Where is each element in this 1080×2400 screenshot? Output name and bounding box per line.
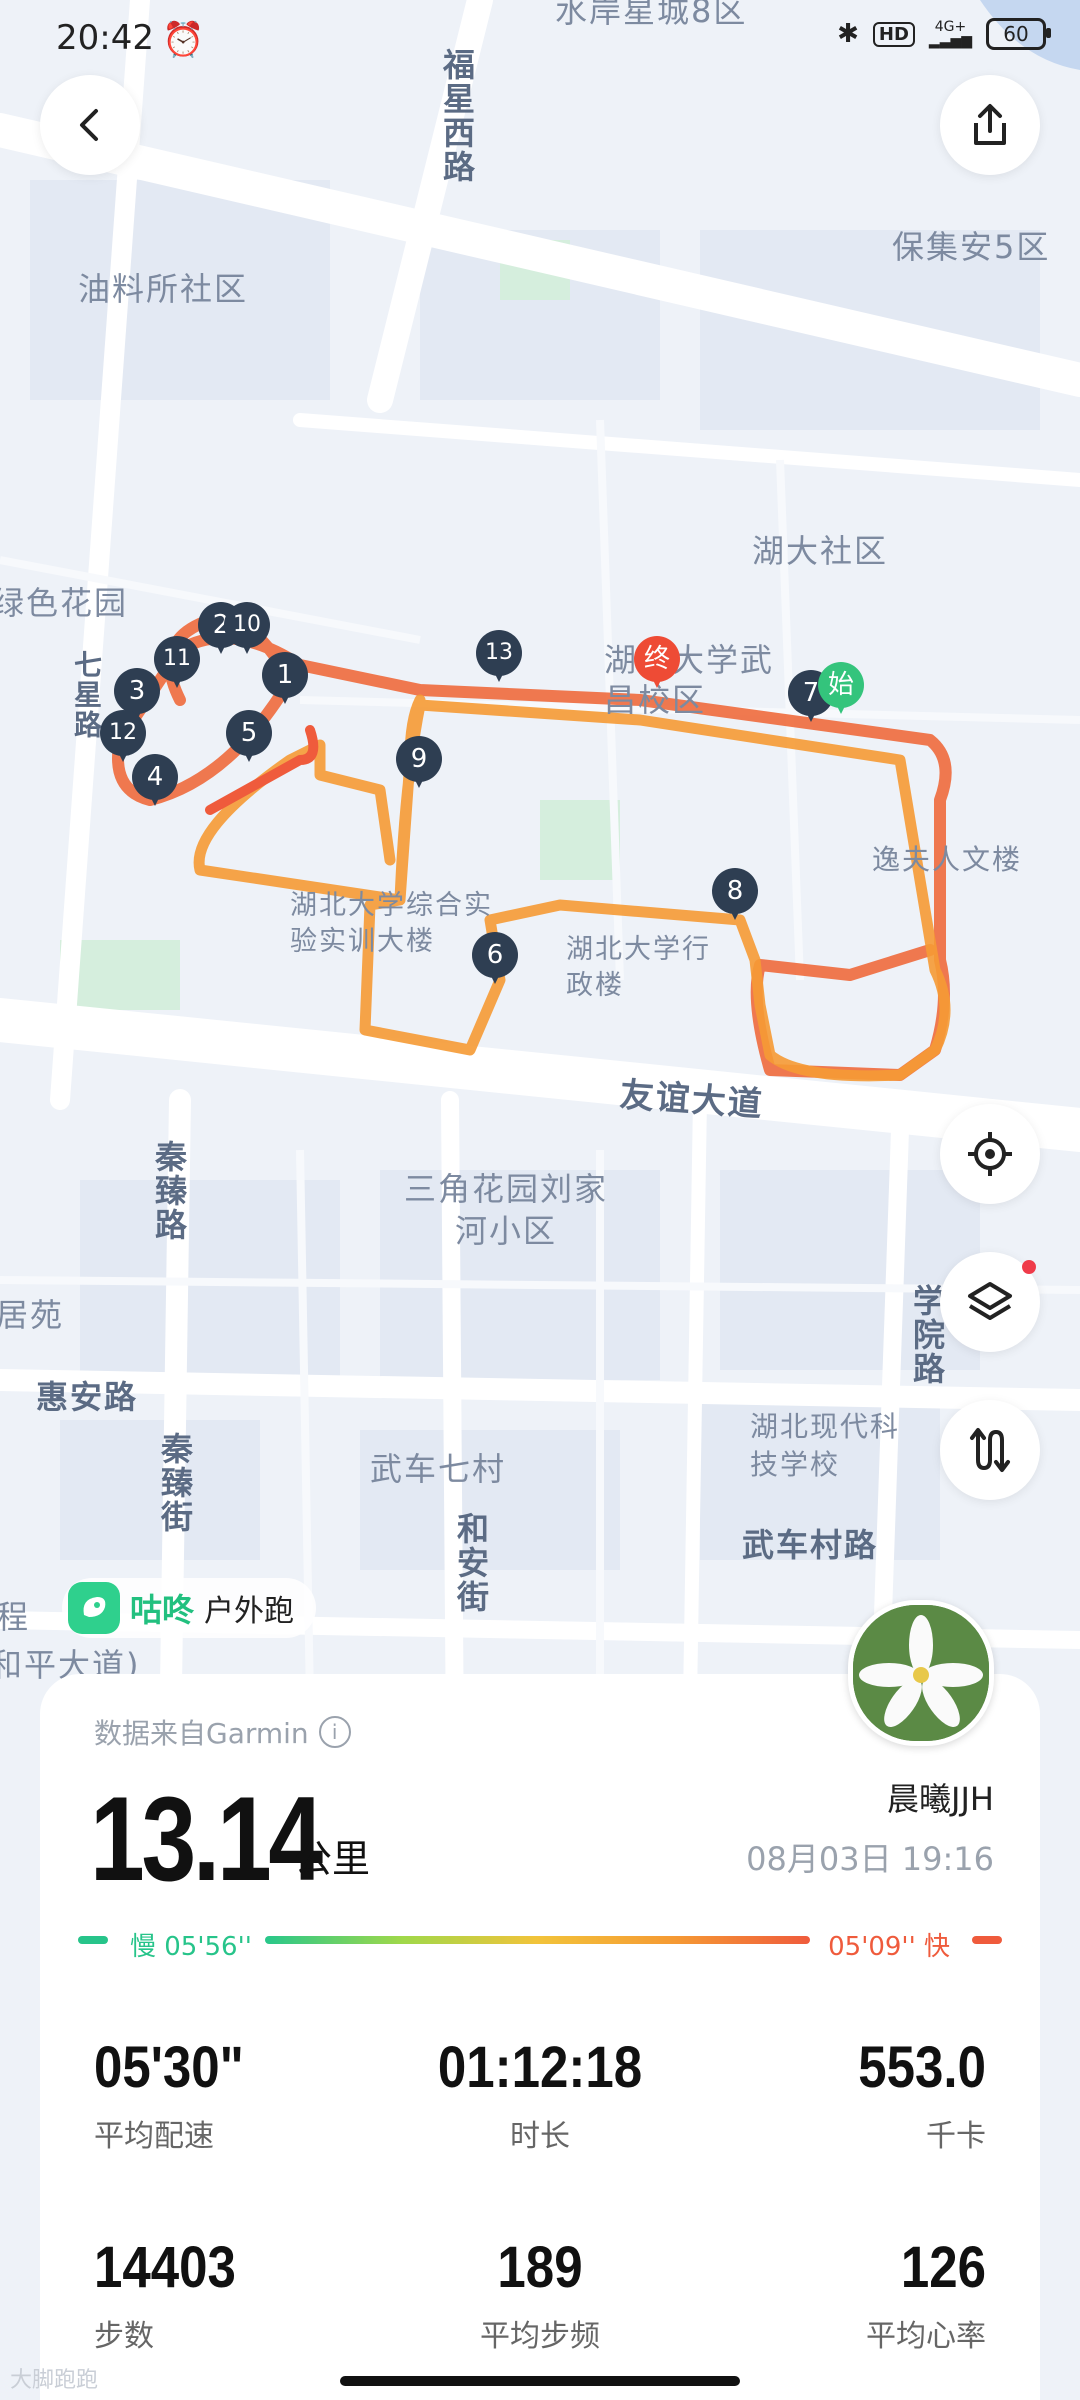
km-marker[interactable]: 13 [476,630,522,686]
map-label: 三角花园刘家河小区 [403,1170,608,1250]
end-marker[interactable]: 终 [634,636,680,692]
map-label: 保集安5区 [892,228,1051,266]
map-label: 武车七村 [370,1450,507,1488]
elevation-button[interactable] [940,1400,1040,1500]
avatar-image [853,1605,989,1741]
map-label: 程 [0,1598,31,1636]
map-label: 逸夫人文楼 [872,843,1023,876]
data-source-text: 数据来自Garmin [94,1717,309,1750]
data-source: 数据来自Garmin i [94,1712,351,1752]
stat-heart-rate: 126 平均心率 [666,2234,986,2355]
stat-label: 步数 [94,2319,154,2354]
map-label: 湖北大学武昌校区 [604,641,775,719]
map-label: 湖大社区 [752,532,889,570]
stat-value: 126 [900,2235,986,2300]
pace-gradient [265,1936,810,1944]
km-marker[interactable]: 10 [224,602,270,658]
km-marker[interactable]: 6 [472,932,518,988]
info-icon[interactable]: i [318,1716,351,1748]
road-label: 惠安路 [36,1378,139,1416]
map-label: 居苑 [0,1296,65,1334]
map-label: 湖北大学行政楼 [566,934,711,1001]
stat-value: 01:12:18 [437,2035,643,2100]
stat-value: 05'30" [94,2035,244,2100]
notification-dot [1022,1260,1036,1274]
route-chart-icon [970,1428,1010,1472]
stat-label: 平均配速 [94,2119,214,2154]
start-marker[interactable]: 始 [818,662,864,718]
status-bar: 20:42 ⏰ ✱ HD 4G+ ▂▃▅▆ 60 [0,0,1080,80]
status-icons: ✱ HD 4G+ ▂▃▅▆ 60 [837,18,1051,50]
back-button[interactable] [40,75,140,175]
stat-duration: 01:12:18 时长 [380,2034,700,2155]
map-label: 水岸星城8区 [555,0,748,30]
distance-value: 13.14 [90,1772,323,1906]
fast-indicator [972,1936,1002,1944]
pace-legend: 慢 05'56'' 05'09'' 快 [78,1920,1002,1962]
locate-icon [968,1132,1012,1176]
signal-icon: 4G+ ▂▃▅▆ [928,19,972,49]
share-icon [974,104,1006,145]
avatar[interactable] [848,1600,994,1746]
pace-slow-label: 慢 05'56'' [130,1932,252,1962]
codoon-logo-icon [68,1582,120,1634]
home-indicator[interactable] [340,2376,740,2386]
status-time: 20:42 [56,18,154,58]
pace-fast-label: 05'09'' 快 [828,1932,950,1962]
stat-value: 189 [497,2235,583,2300]
stat-avg-pace: 05'30" 平均配速 [94,2034,414,2155]
app-brand-chip: 咕咚 户外跑 [62,1578,317,1638]
road-label: 友谊大道 [618,1075,765,1125]
layers-icon [968,1282,1012,1320]
hd-badge: HD [872,21,915,47]
km-marker[interactable]: 1 [262,652,308,708]
stat-calories: 553.0 千卡 [666,2034,986,2155]
stat-cadence: 189 平均步频 [380,2234,700,2355]
battery-level: 60 [1003,22,1029,46]
stat-label: 平均步频 [480,2319,600,2354]
km-marker[interactable]: 8 [712,868,758,924]
activity-datetime: 08月03日 19:16 [746,1840,994,1878]
stat-label: 平均心率 [866,2319,986,2354]
chevron-left-icon [80,109,98,141]
road-label: 秦臻街 [156,1432,194,1534]
alarm-icon: ⏰ [162,20,205,60]
slow-indicator [78,1936,108,1944]
map-layers-button[interactable] [940,1252,1040,1352]
distance-unit: 公里 [294,1837,371,1881]
locate-button[interactable] [940,1104,1040,1204]
map-label: 绿色花园 [0,584,129,622]
stat-value: 553.0 [858,2035,986,2100]
watermark-text: 大脚跑跑 [10,2368,99,2393]
km-marker[interactable]: 9 [396,736,442,792]
summary-card: 数据来自Garmin i 13.14 公里 晨曦JJH 08月03日 19:16… [40,1674,1040,2400]
user-name[interactable]: 晨曦JJH [887,1774,994,1820]
stat-label: 时长 [510,2119,570,2154]
map-label: 油料所社区 [78,270,249,308]
battery-icon: 60 [986,18,1051,50]
activity-type: 户外跑 [204,1594,295,1629]
map-label: 湖北大学综合实验实训大楼 [290,890,493,957]
network-type: 4G+ [934,19,967,35]
stat-label: 千卡 [926,2119,986,2154]
map-label: 福星西路 [438,48,476,184]
road-label: 秦臻路 [150,1140,188,1242]
stat-steps: 14403 步数 [94,2234,414,2355]
km-marker[interactable]: 11 [154,636,200,692]
stat-value: 14403 [94,2235,236,2300]
app-name: 咕咚 [130,1591,195,1629]
road-label: 武车村路 [742,1526,879,1564]
bluetooth-icon: ✱ [837,19,859,49]
km-marker[interactable]: 12 [100,710,146,766]
km-marker[interactable]: 5 [226,710,272,766]
map-label: 湖北现代科技学校 [750,1410,901,1481]
share-button[interactable] [940,75,1040,175]
road-label: 和安街 [452,1512,490,1614]
